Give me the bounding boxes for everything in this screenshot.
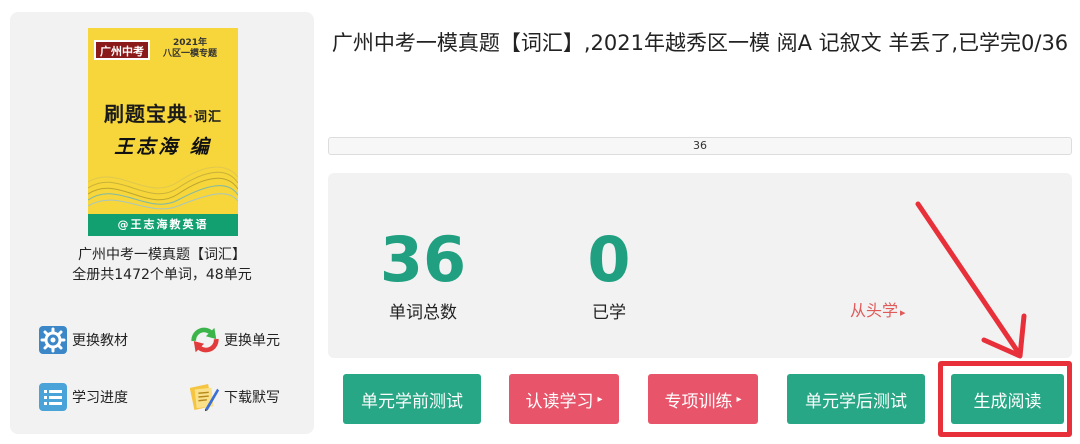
book-cover-image: 广州中考 2021年 八区一模专题 刷题宝典·词汇 王志海 编 @王志海教英语: [88, 28, 238, 236]
learning-progress-label: 学习进度: [72, 390, 128, 406]
cover-tag: 广州中考: [94, 40, 150, 60]
annotation-highlight-box: [938, 361, 1072, 437]
restart-label: 从头学: [850, 301, 899, 320]
book-title: 广州中考一模真题【词汇】: [78, 247, 246, 263]
caret-right-icon: ▸: [736, 393, 742, 405]
cover-year-line2: 八区一模专题: [162, 49, 217, 59]
cover-brand-text: 刷题宝典: [104, 102, 189, 126]
special-training-button[interactable]: 专项训练 ▸: [648, 374, 758, 424]
cover-footer: @王志海教英语: [88, 214, 238, 236]
book-info: 全册共1472个单词，48单元: [72, 267, 252, 283]
restart-arrow-icon: ▸: [900, 306, 906, 319]
refresh-icon: [190, 325, 220, 355]
cover-author: 王志海 编: [114, 136, 212, 158]
cover-year: 2021年 八区一模专题: [150, 38, 230, 60]
cover-year-line1: 2021年: [172, 38, 208, 48]
pencil-note-icon: [190, 382, 220, 412]
change-textbook-button[interactable]: 更换教材: [38, 325, 128, 355]
download-dictation-button[interactable]: 下载默写: [190, 382, 280, 412]
post-unit-test-button[interactable]: 单元学后测试: [787, 374, 925, 424]
pre-unit-test-button[interactable]: 单元学前测试: [343, 374, 481, 424]
special-training-label: 专项训练: [664, 391, 733, 412]
book-panel: 广州中考 2021年 八区一模专题 刷题宝典·词汇 王志海 编 @王志海教英语 …: [10, 12, 314, 434]
list-icon: [38, 382, 68, 412]
download-dictation-label: 下载默写: [224, 390, 280, 406]
total-words-label: 单词总数: [389, 303, 457, 323]
caret-right-icon: ▸: [597, 393, 603, 405]
pre-unit-test-label: 单元学前测试: [361, 391, 463, 412]
recognize-study-label: 认读学习: [525, 391, 594, 412]
cover-wave-decoration: [88, 166, 238, 210]
unit-title: 广州中考一模真题【词汇】,2021年越秀区一模 阅A 记叙文 羊丢了,已学完0/…: [331, 31, 1069, 55]
change-unit-label: 更换单元: [224, 333, 280, 349]
recognize-study-button[interactable]: 认读学习 ▸: [509, 374, 619, 424]
learned-count: 0: [587, 223, 631, 296]
progress-bar: 36: [328, 137, 1072, 155]
progress-text: 36: [693, 139, 707, 152]
learning-progress-button[interactable]: 学习进度: [38, 382, 128, 412]
total-words-count: 36: [379, 223, 467, 296]
restart-link[interactable]: 从头学 ▸: [850, 297, 906, 321]
gear-icon: [38, 325, 68, 355]
change-unit-button[interactable]: 更换单元: [190, 325, 280, 355]
learned-label: 已学: [592, 303, 626, 323]
post-unit-test-label: 单元学后测试: [805, 391, 907, 412]
cover-brand-sub: 词汇: [193, 110, 222, 125]
change-textbook-label: 更换教材: [72, 333, 128, 349]
cover-brand: 刷题宝典·词汇: [88, 98, 238, 127]
stats-panel: 36 单词总数 0 已学 从头学 ▸: [328, 173, 1072, 358]
